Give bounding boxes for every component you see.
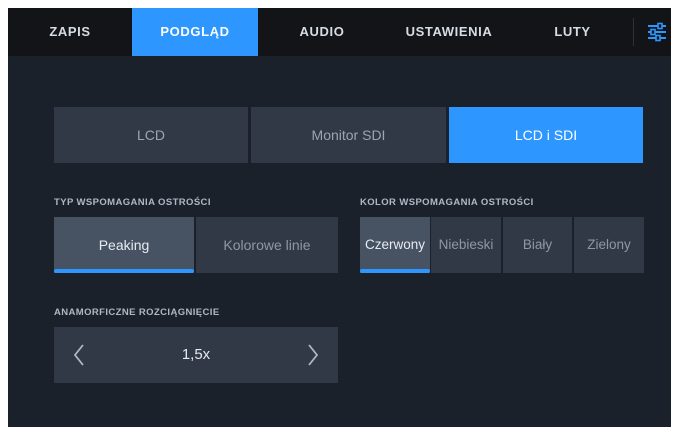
selected-indicator: [360, 269, 430, 273]
focus-assist-type-label: TYP WSPOMAGANIA OSTROŚCI: [54, 197, 211, 208]
color-red-button[interactable]: Czerwony: [360, 217, 430, 273]
anamorphic-stretch-label: ANAMORFICZNE ROZCIĄGNIĘCIE: [54, 307, 220, 318]
chevron-left-icon[interactable]: [72, 343, 86, 367]
color-red-label: Czerwony: [364, 237, 426, 252]
selected-indicator: [54, 269, 194, 273]
tab-audio[interactable]: AUDIO: [258, 8, 386, 56]
color-white-button[interactable]: Biały: [503, 217, 572, 273]
output-lcd-button[interactable]: LCD: [54, 107, 248, 163]
output-lcd-and-sdi-button[interactable]: LCD i SDI: [449, 107, 643, 163]
tab-luty[interactable]: LUTY: [512, 8, 633, 56]
sliders-menu-icon[interactable]: [643, 18, 671, 46]
anamorphic-stretch-stepper: 1,5x: [54, 327, 338, 383]
focus-type-peaking-button[interactable]: Peaking: [54, 217, 194, 273]
color-green-button[interactable]: Zielony: [574, 217, 644, 273]
output-selector: LCD Monitor SDI LCD i SDI: [54, 107, 643, 163]
tab-ustawienia[interactable]: USTAWIENIA: [386, 8, 512, 56]
focus-assist-type-selector: Peaking Kolorowe linie: [54, 217, 338, 273]
output-monitor-sdi-button[interactable]: Monitor SDI: [251, 107, 446, 163]
focus-type-peaking-label: Peaking: [98, 237, 150, 253]
focus-assist-color-label: KOLOR WSPOMAGANIA OSTROŚCI: [360, 197, 534, 208]
tab-zapis[interactable]: ZAPIS: [8, 8, 132, 56]
color-blue-button[interactable]: Niebieski: [431, 217, 501, 273]
focus-assist-color-selector: Czerwony Niebieski Biały Zielony: [360, 217, 644, 273]
focus-type-colored-lines-button[interactable]: Kolorowe linie: [196, 217, 338, 273]
tab-bar: ZAPIS PODGLĄD AUDIO USTAWIENIA LUTY: [8, 8, 671, 56]
anamorphic-stretch-value: 1,5x: [181, 346, 211, 363]
chevron-right-icon[interactable]: [306, 343, 320, 367]
tab-divider: [633, 18, 634, 46]
tab-podglad[interactable]: PODGLĄD: [132, 8, 258, 56]
monitor-settings-screen: ZAPIS PODGLĄD AUDIO USTAWIENIA LUTY LCD …: [8, 8, 671, 427]
